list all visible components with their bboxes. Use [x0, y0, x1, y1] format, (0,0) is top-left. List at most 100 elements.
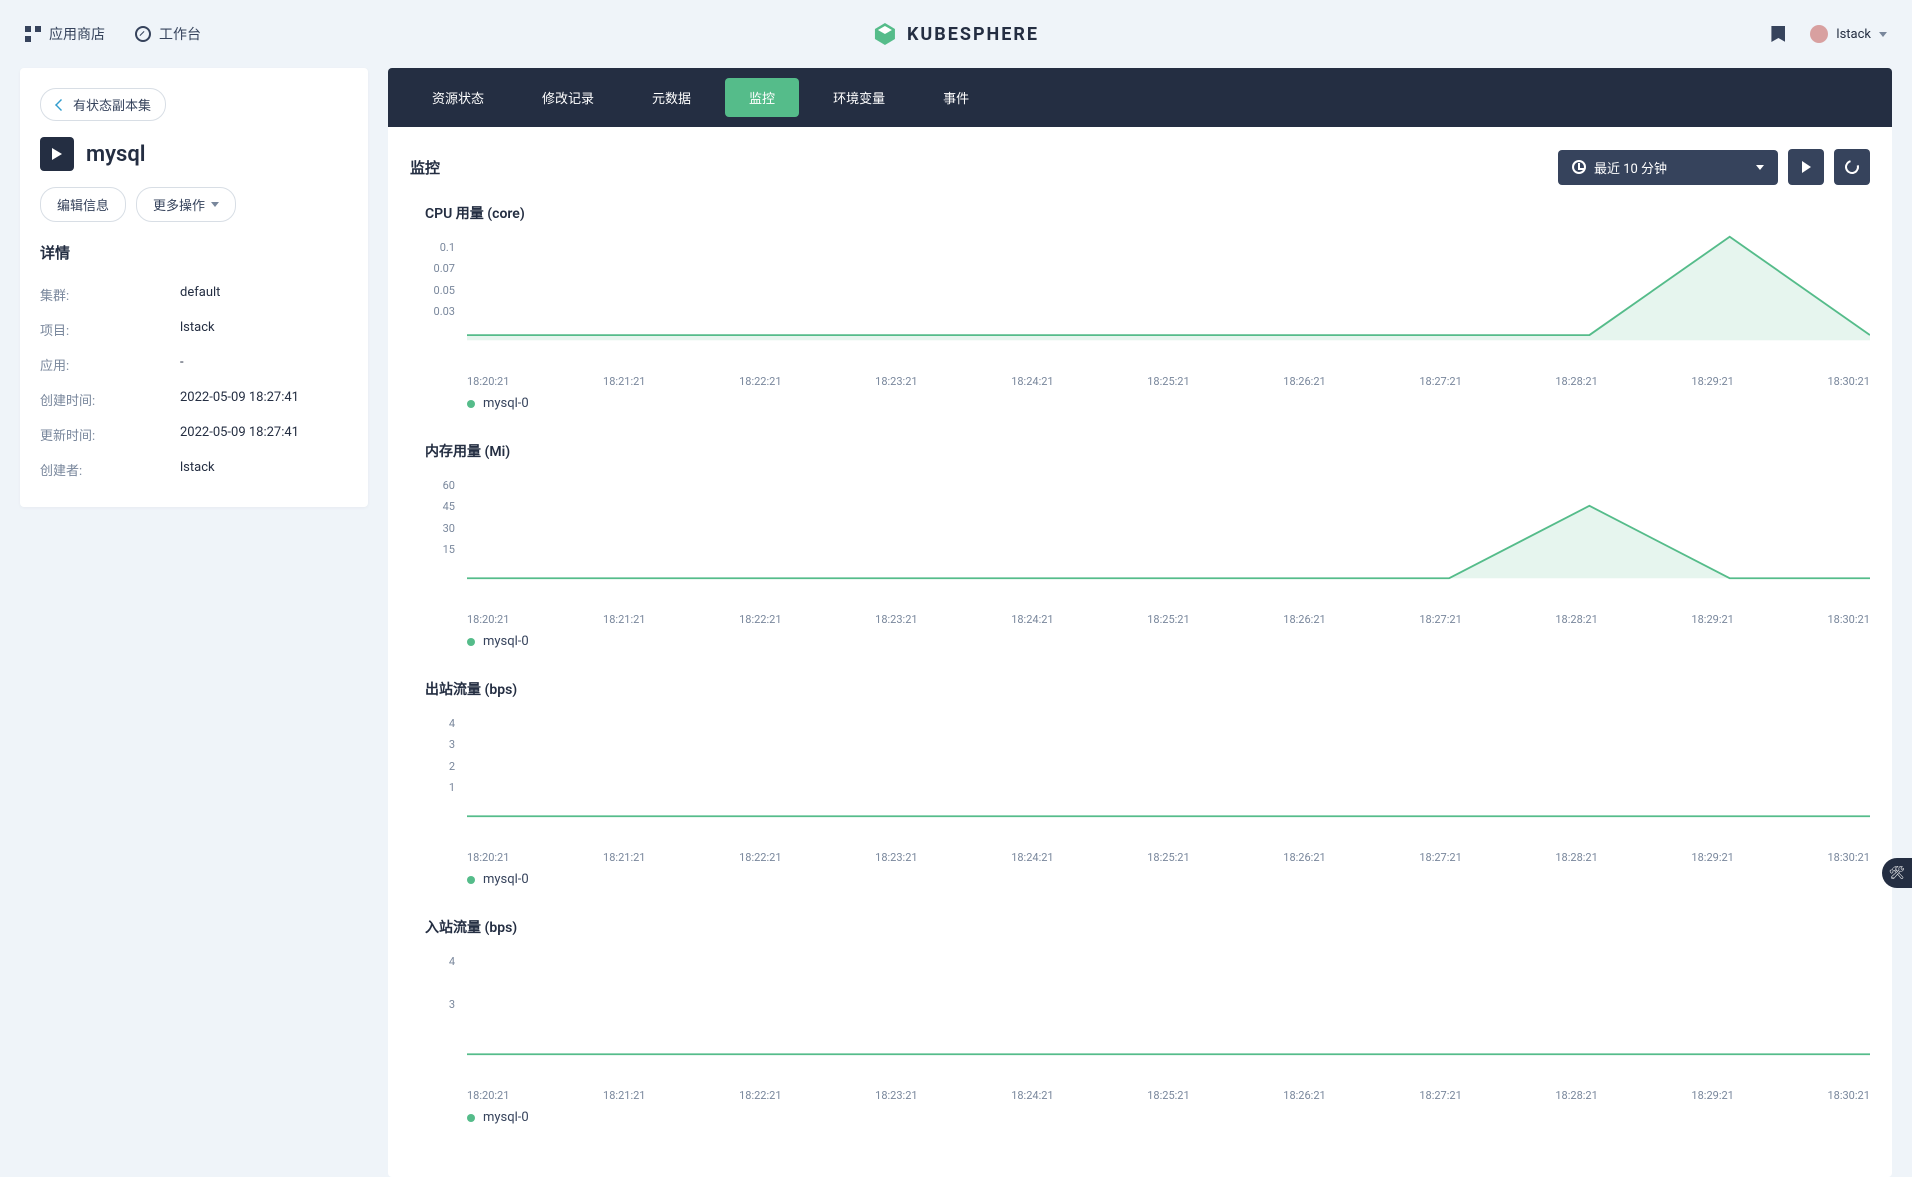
xtick: 18:22:21 — [739, 613, 781, 626]
brand: KUBESPHERE — [873, 22, 1039, 46]
chart-legend: mysql-0 — [425, 1110, 1870, 1125]
xtick: 18:20:21 — [467, 613, 509, 626]
more-actions-button[interactable]: 更多操作 — [136, 187, 236, 222]
ytick: 2 — [420, 760, 455, 773]
xticks: 18:20:21 18:21:21 18:22:21 18:23:21 18:24:21… — [425, 851, 1870, 864]
xtick: 18:23:21 — [875, 851, 917, 864]
monitor-title: 监控 — [410, 157, 440, 178]
xtick: 18:28:21 — [1555, 851, 1597, 864]
xtick: 18:22:21 — [739, 1089, 781, 1102]
timerange-select[interactable]: 最近 10 分钟 — [1558, 150, 1778, 185]
breadcrumb-back[interactable]: 有状态副本集 — [40, 88, 166, 121]
xtick: 18:27:21 — [1419, 375, 1461, 388]
xtick: 18:29:21 — [1691, 613, 1733, 626]
xtick: 18:22:21 — [739, 851, 781, 864]
xtick: 18:26:21 — [1283, 1089, 1325, 1102]
details-heading: 详情 — [40, 242, 348, 263]
tab-4[interactable]: 环境变量 — [809, 78, 909, 117]
xtick: 18:30:21 — [1827, 613, 1869, 626]
hammer-icon: 🛠 — [1889, 866, 1906, 881]
xtick: 18:21:21 — [603, 613, 645, 626]
refresh-button[interactable] — [1834, 149, 1870, 185]
xtick: 18:28:21 — [1555, 375, 1597, 388]
header-left: 应用商店 工作台 — [25, 24, 201, 44]
legend-dot-icon — [467, 638, 475, 646]
xtick: 18:21:21 — [603, 375, 645, 388]
xtick: 18:21:21 — [603, 851, 645, 864]
tabs-bar: 资源状态修改记录元数据监控环境变量事件 — [388, 68, 1892, 127]
xticks: 18:20:2118:21:2118:22:2118:23:2118:24:21… — [425, 613, 1870, 626]
xtick: 18:24:21 — [1011, 375, 1053, 388]
xtick: 18:25:21 — [1147, 375, 1189, 388]
xtick: 18:23:21 — [875, 375, 917, 388]
chart-area: 4321 — [425, 707, 1870, 847]
xtick: 18:23:21 — [875, 1089, 917, 1102]
xtick: 18:21:21 — [603, 1089, 645, 1102]
xtick: 18:29:21 — [1691, 1089, 1733, 1102]
username: lstack — [1836, 27, 1871, 42]
play-button[interactable] — [1788, 149, 1824, 185]
top-header: 应用商店 工作台 KUBESPHERE lstack — [0, 0, 1912, 68]
legend-label: mysql-0 — [483, 634, 529, 649]
xtick: 18:20:21 — [467, 375, 509, 388]
tab-1[interactable]: 修改记录 — [518, 78, 618, 117]
xtick: 18:25:21 — [1147, 613, 1189, 626]
ytick: 3 — [420, 998, 455, 1011]
xtick: 18:23:21 — [875, 613, 917, 626]
workspace-link[interactable]: 工作台 — [135, 24, 201, 44]
xtick: 18:26:21 — [1283, 375, 1325, 388]
chart-legend: mysql-0 — [425, 634, 1870, 649]
edit-button[interactable]: 编辑信息 — [40, 187, 126, 222]
clock-icon — [1572, 160, 1586, 174]
legend-label: mysql-0 — [483, 396, 529, 411]
chevron-down-icon — [211, 202, 219, 207]
details-list: 集群:default项目:lstack应用:-创建时间:2022-05-09 1… — [40, 277, 348, 487]
tab-3[interactable]: 监控 — [725, 78, 799, 117]
xtick: 18:20:21 — [467, 851, 509, 864]
tab-2[interactable]: 元数据 — [628, 78, 715, 117]
ytick: 0.03 — [420, 305, 455, 318]
chevron-down-icon — [1879, 32, 1887, 37]
ytick: 15 — [420, 543, 455, 556]
ytick: 60 — [420, 479, 455, 492]
ytick: 0.07 — [420, 262, 455, 275]
tab-0[interactable]: 资源状态 — [408, 78, 508, 117]
workspace-icon — [135, 26, 151, 42]
xtick: 18:30:21 — [1827, 1089, 1869, 1102]
detail-row: 应用:- — [40, 347, 348, 382]
detail-row: 更新时间:2022-05-09 18:27:41 — [40, 417, 348, 452]
chart-area: 0.10.070.050.03 — [425, 231, 1870, 371]
tab-5[interactable]: 事件 — [919, 78, 993, 117]
floating-help-badge[interactable]: 🛠 — [1882, 858, 1912, 888]
detail-label: 项目: — [40, 320, 180, 339]
bookmark-icon[interactable] — [1771, 26, 1785, 42]
xtick: 18:27:21 — [1419, 1089, 1461, 1102]
breadcrumb-label: 有状态副本集 — [73, 95, 151, 114]
user-menu[interactable]: lstack — [1810, 25, 1887, 43]
chart-legend: mysql-0 — [425, 396, 1870, 411]
detail-row: 创建者:lstack — [40, 452, 348, 487]
detail-label: 更新时间: — [40, 425, 180, 444]
content-area: 资源状态修改记录元数据监控环境变量事件 监控 最近 10 分钟 — [388, 68, 1892, 1177]
xtick: 18:30:21 — [1827, 851, 1869, 864]
xtick: 18:28:21 — [1555, 1089, 1597, 1102]
detail-value: 2022-05-09 18:27:41 — [180, 425, 299, 444]
xticks: 18:20:2118:21:2118:22:2118:23:2118:24:21… — [425, 1089, 1870, 1102]
appstore-link[interactable]: 应用商店 — [25, 24, 105, 44]
chart-title: 入站流量 (bps) — [425, 917, 1870, 937]
workspace-label: 工作台 — [159, 24, 201, 44]
ytick: 0.05 — [420, 284, 455, 297]
legend-label: mysql-0 — [483, 872, 529, 887]
detail-value: - — [180, 355, 184, 374]
chart-legend: mysql-0 — [425, 872, 1870, 887]
chevron-down-icon — [1756, 165, 1764, 170]
legend-label: mysql-0 — [483, 1110, 529, 1125]
xtick: 18:24:21 — [1011, 851, 1053, 864]
ytick: 30 — [420, 522, 455, 535]
appstore-icon — [25, 26, 41, 42]
xtick: 18:22:21 — [739, 375, 781, 388]
chart-title: 内存用量 (Mi) — [425, 441, 1870, 461]
chart-title: 出站流量 (bps) — [425, 679, 1870, 699]
chart-block: 出站流量 (bps)432118:20:2118:21:2118:22:2118… — [410, 679, 1870, 887]
xtick: 18:30:21 — [1827, 375, 1869, 388]
